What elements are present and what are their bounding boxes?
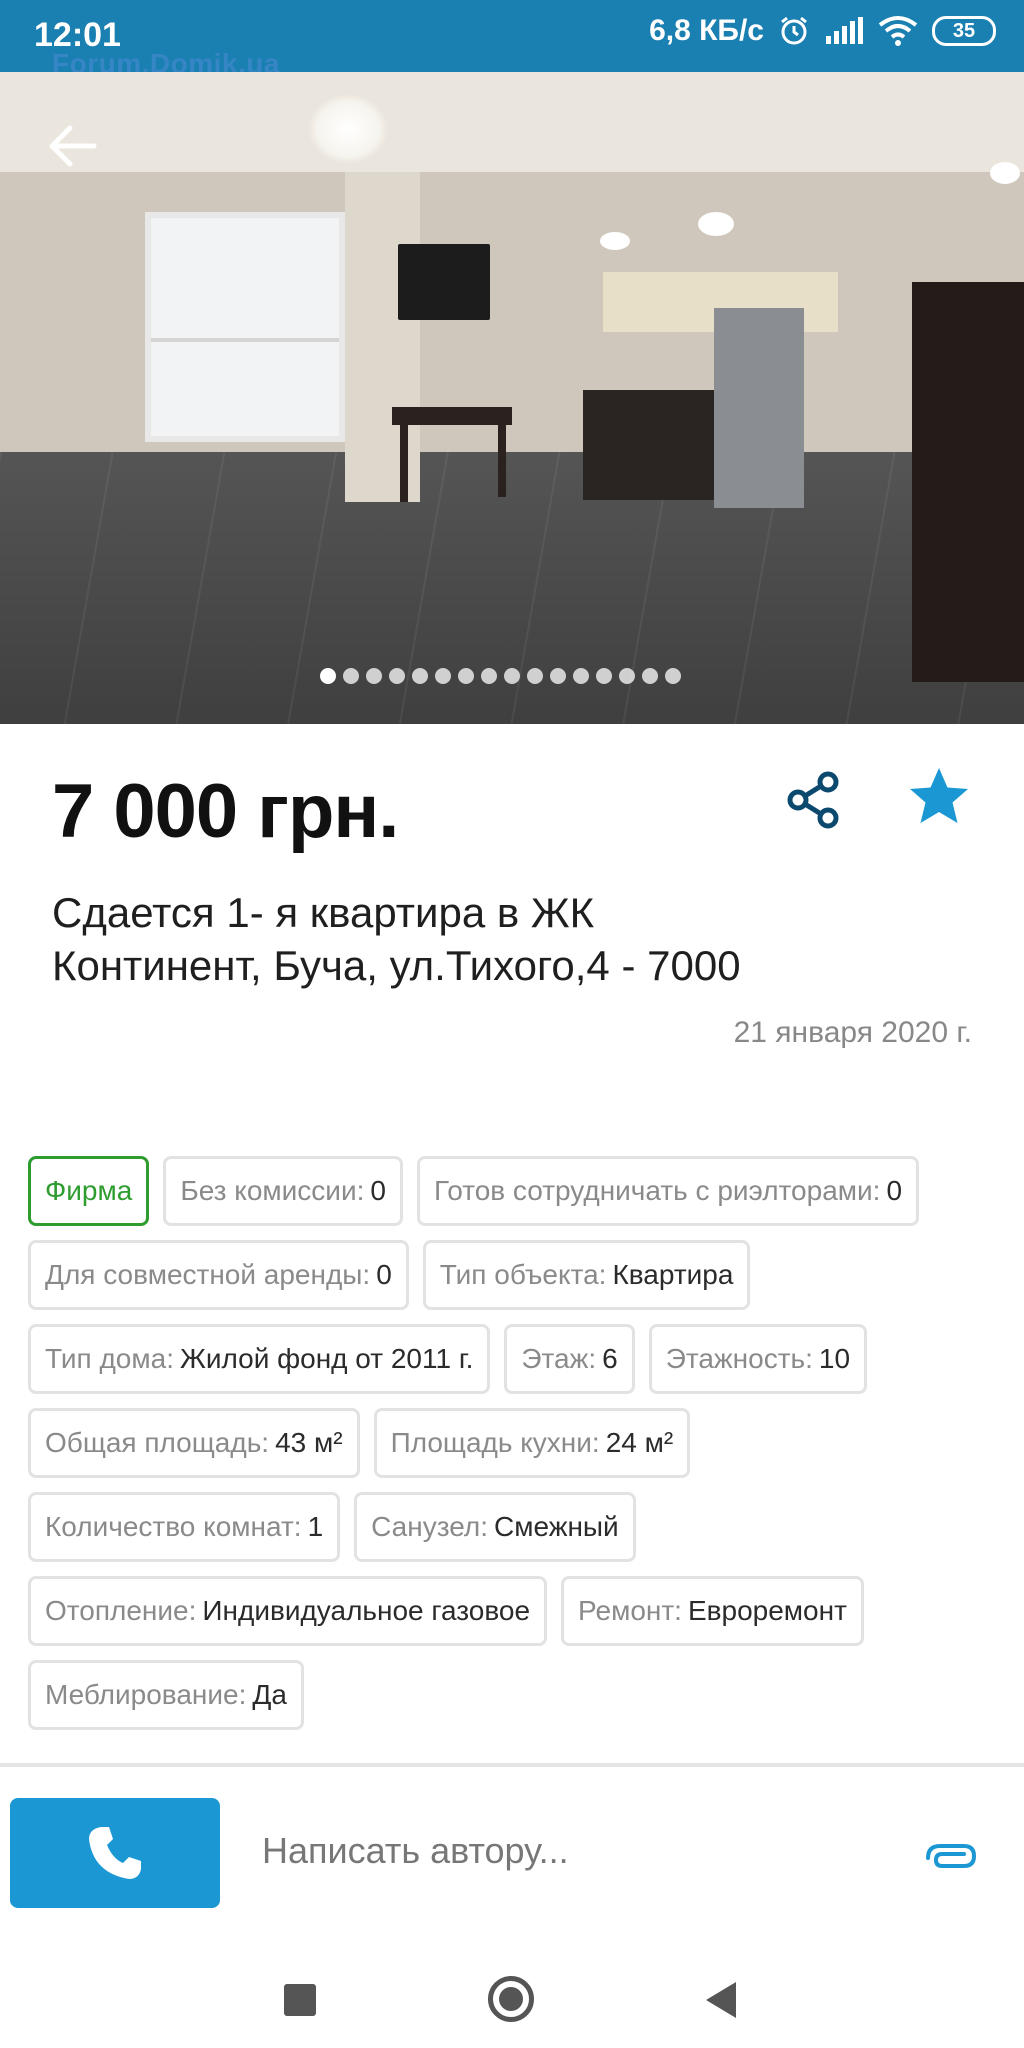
gallery-dot[interactable] — [435, 668, 451, 684]
photo-ceiling-lamp — [990, 162, 1020, 184]
param-value: 24 м² — [605, 1427, 674, 1458]
param-key: Без комиссии: — [180, 1175, 365, 1206]
message-input[interactable]: Написать автору... — [262, 1830, 882, 1872]
param-key: Площадь кухни: — [390, 1427, 600, 1458]
param-key: Меблирование: — [45, 1679, 247, 1710]
photo-gallery[interactable] — [0, 72, 1024, 724]
back-arrow-icon[interactable] — [44, 118, 100, 174]
photo-table — [392, 407, 512, 425]
gallery-dot[interactable] — [527, 668, 543, 684]
gallery-dot[interactable] — [366, 668, 382, 684]
param-chip: Ремонт: Евроремонт — [561, 1576, 864, 1646]
photo-window — [145, 212, 345, 442]
photo-table-leg — [400, 422, 408, 502]
phone-icon — [89, 1827, 141, 1879]
param-key: Фирма — [45, 1175, 133, 1206]
gallery-dot[interactable] — [481, 668, 497, 684]
gallery-dot[interactable] — [596, 668, 612, 684]
param-chip: Общая площадь: 43 м² — [28, 1408, 360, 1478]
param-chip: Площадь кухни: 24 м² — [373, 1408, 691, 1478]
param-value: 10 — [818, 1343, 851, 1374]
back-icon[interactable] — [706, 1982, 736, 2018]
param-key: Тип объекта: — [439, 1259, 607, 1290]
paperclip-icon[interactable] — [920, 1836, 980, 1876]
gallery-dot[interactable] — [573, 668, 589, 684]
gallery-dot[interactable] — [504, 668, 520, 684]
param-key: Этаж: — [521, 1343, 597, 1374]
gallery-dot[interactable] — [412, 668, 428, 684]
param-key: Этажность: — [665, 1343, 813, 1374]
param-value: Евроремонт — [687, 1595, 847, 1626]
param-chip: Количество комнат: 1 — [28, 1492, 341, 1562]
photo-ceiling-lamp — [698, 212, 734, 236]
recent-apps-icon[interactable] — [284, 1984, 316, 2016]
share-icon[interactable] — [784, 770, 844, 830]
gallery-dot[interactable] — [320, 668, 336, 684]
param-value: Квартира — [612, 1259, 734, 1290]
favorite-star-icon[interactable] — [906, 764, 972, 830]
gallery-dot[interactable] — [550, 668, 566, 684]
param-chip: Этаж: 6 — [504, 1324, 635, 1394]
photo-fridge — [714, 308, 804, 508]
listing-title: Сдается 1- я квартира в ЖК Континент, Бу… — [52, 889, 741, 989]
battery-icon: 35 — [932, 16, 996, 46]
photo-tv — [398, 244, 490, 320]
param-chip: Меблирование: Да — [28, 1660, 304, 1730]
param-value: 43 м² — [275, 1427, 343, 1458]
param-chip: Отопление: Индивидуальное газовое — [28, 1576, 548, 1646]
wifi-icon — [878, 16, 918, 46]
param-key: Отопление: — [45, 1595, 197, 1626]
param-value: Жилой фонд от 2011 г. — [179, 1343, 474, 1374]
param-key: Для совместной аренды: — [45, 1259, 371, 1290]
param-key: Общая площадь: — [45, 1427, 270, 1458]
param-key: Количество комнат: — [45, 1511, 302, 1542]
network-speed: 6,8 КБ/с — [649, 14, 764, 47]
listing-price: 7 000 грн. — [52, 769, 399, 854]
param-chip: Этажность: 10 — [648, 1324, 868, 1394]
photo-ceiling-lamp — [308, 94, 388, 164]
param-chip: Тип объекта: Квартира — [422, 1240, 751, 1310]
photo-table-leg — [498, 422, 506, 497]
call-button[interactable] — [10, 1798, 220, 1908]
param-key: Готов сотрудничать с риэлторами: — [433, 1175, 881, 1206]
divider — [0, 1763, 1024, 1767]
signal-icon — [826, 17, 863, 44]
gallery-dot[interactable] — [389, 668, 405, 684]
system-nav-bar — [0, 1932, 1024, 2048]
photo-pillar — [345, 172, 420, 502]
param-value: 0 — [370, 1175, 386, 1206]
param-value: 1 — [307, 1511, 324, 1542]
param-chip: Готов сотрудничать с риэлторами: 0 — [416, 1156, 920, 1226]
param-value: Индивидуальное газовое — [202, 1595, 531, 1626]
listing-date: 21 января 2020 г. — [733, 1016, 972, 1049]
param-value: Смежный — [494, 1511, 619, 1542]
status-right: 6,8 КБ/с 35 — [649, 14, 996, 48]
photo-ceiling-lamp — [600, 232, 630, 250]
gallery-dot[interactable] — [619, 668, 635, 684]
param-value: Да — [252, 1679, 287, 1710]
param-chip: Санузел: Смежный — [354, 1492, 636, 1562]
param-chip: Без комиссии: 0 — [163, 1156, 403, 1226]
alarm-icon — [781, 16, 807, 45]
param-value: 0 — [886, 1175, 903, 1206]
param-value: 6 — [602, 1343, 618, 1374]
listing-params: Фирма Без комиссии: 0 Готов сотрудничать с … — [28, 1156, 988, 1730]
gallery-dot[interactable] — [343, 668, 359, 684]
photo-kitchen-counter — [583, 390, 723, 500]
photo-door — [912, 282, 1024, 682]
param-value: 0 — [376, 1259, 392, 1290]
param-chip: Для совместной аренды: 0 — [28, 1240, 409, 1310]
gallery-dot[interactable] — [458, 668, 474, 684]
gallery-dot[interactable] — [642, 668, 658, 684]
param-chip: Тип дома: Жилой фонд от 2011 г. — [28, 1324, 491, 1394]
param-key: Тип дома: — [45, 1343, 174, 1374]
status-bar: 12:01 Forum.Domik.ua 6,8 КБ/с 35 — [0, 0, 1024, 79]
firm-badge: Фирма — [28, 1156, 150, 1226]
gallery-dot[interactable] — [665, 668, 681, 684]
home-icon[interactable] — [488, 1976, 534, 2022]
param-key: Санузел: — [371, 1511, 488, 1542]
param-key: Ремонт: — [578, 1595, 682, 1626]
gallery-pagination — [320, 668, 681, 684]
